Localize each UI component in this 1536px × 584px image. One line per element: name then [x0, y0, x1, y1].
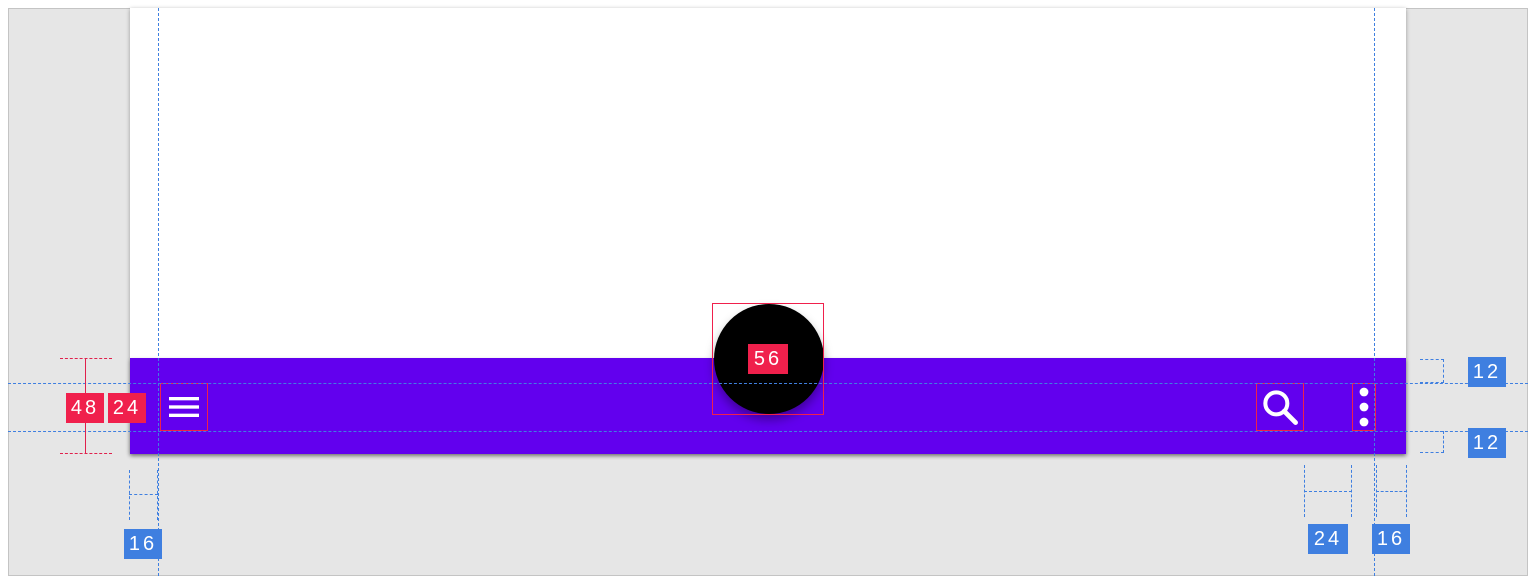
top-icon-guideline [8, 383, 1528, 384]
bar-bottom-tick [60, 453, 112, 454]
action-spacing-label: 24 [1308, 524, 1348, 554]
bar-top-tick [60, 358, 112, 359]
bottom-inset-label: 12 [1468, 428, 1506, 458]
overflow-icon-spec-box [1352, 383, 1376, 431]
menu-icon-spec-box [160, 383, 208, 431]
fab-size-label: 56 [748, 344, 788, 374]
left-keyline [158, 8, 159, 576]
right-margin-label: 16 [1372, 524, 1410, 554]
action-spacing-measure [1304, 491, 1352, 492]
top-inset-label: 12 [1468, 357, 1506, 387]
left-margin-bracket [129, 470, 158, 520]
left-margin-label: 16 [124, 529, 162, 559]
bar-height-label: 48 [66, 393, 104, 423]
icon-size-label: 24 [108, 393, 146, 423]
left-margin-measure [129, 494, 158, 495]
top-inset-bracket [1420, 359, 1444, 383]
bottom-icon-guideline [8, 431, 1528, 432]
right-keyline [1374, 8, 1375, 576]
bottom-inset-bracket [1420, 431, 1444, 453]
right-margin-measure [1376, 491, 1407, 492]
search-icon-spec-box [1256, 383, 1304, 431]
